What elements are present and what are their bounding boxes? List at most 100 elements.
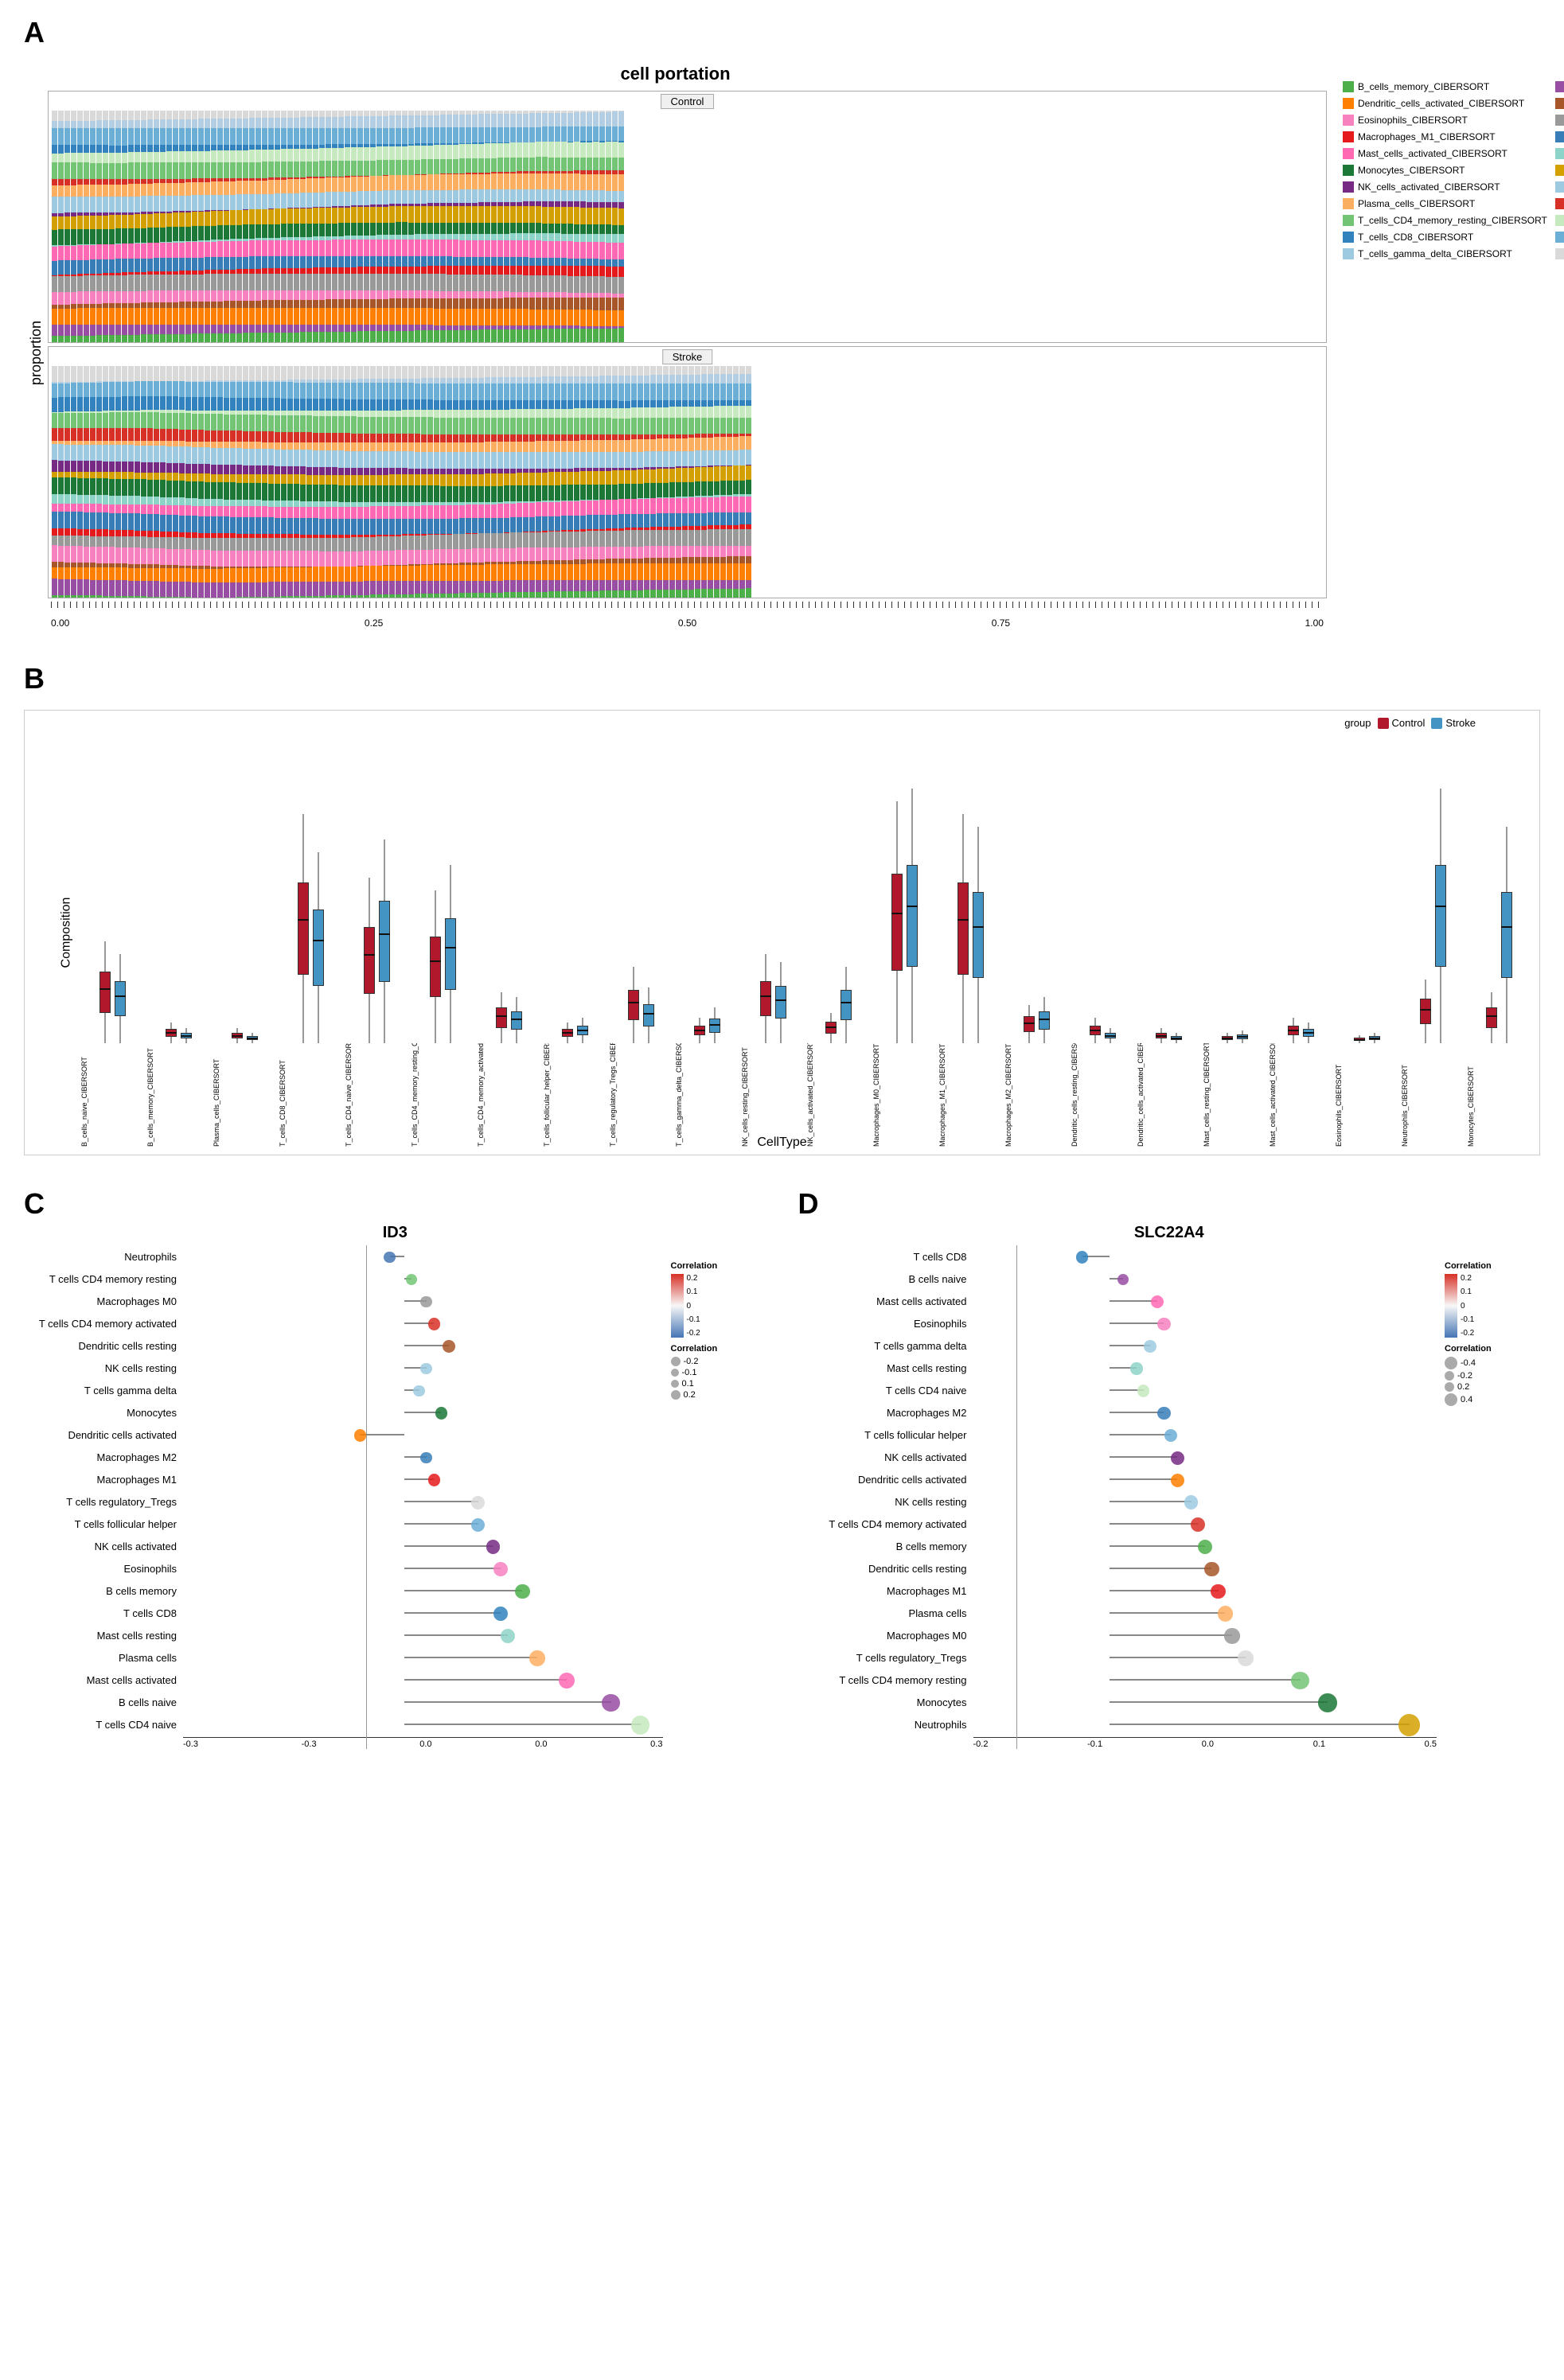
bar-segment <box>192 582 197 598</box>
bar-segment <box>217 569 223 582</box>
bar-segment <box>370 111 376 116</box>
bar-segment <box>497 329 503 342</box>
bar-segment <box>52 325 57 336</box>
bar-segment <box>491 298 497 310</box>
bar-segment <box>122 382 127 397</box>
bar-segment <box>160 462 166 473</box>
bar-segment <box>453 240 458 256</box>
bar-segment <box>58 384 64 398</box>
bar-segment <box>58 229 64 244</box>
bar-segment <box>90 153 96 162</box>
bar-segment <box>192 538 197 550</box>
bar-segment <box>52 292 57 305</box>
bar-segment <box>491 114 497 127</box>
bar-segment <box>211 442 216 448</box>
bar-segment <box>345 325 350 332</box>
bar-segment <box>96 163 102 180</box>
bar-segment <box>415 175 420 190</box>
bar-segment <box>421 410 427 417</box>
bar-segment <box>275 382 280 398</box>
bar-segment <box>243 224 248 238</box>
bar-segment <box>517 206 522 223</box>
bar-segment <box>262 431 267 442</box>
bar-segment <box>255 301 261 308</box>
bar-segment <box>236 415 242 431</box>
bar-segment <box>714 374 720 384</box>
bar-segment <box>166 537 172 549</box>
bar-segment <box>249 256 255 268</box>
bar-segment <box>663 375 669 384</box>
bar-segment <box>179 366 185 381</box>
bar-segment <box>542 564 548 580</box>
bar-segment <box>376 160 382 175</box>
bar-segment <box>154 213 159 228</box>
bar-segment <box>192 447 197 464</box>
bar-segment <box>122 530 127 536</box>
bar-segment <box>217 211 223 225</box>
bar-segment <box>599 276 605 293</box>
bar-segment <box>313 467 318 475</box>
bar-segment <box>268 501 274 507</box>
bar-segment <box>71 494 76 504</box>
lollipop-label: T cells regulatory_Tregs <box>32 1496 183 1508</box>
bar-segment <box>612 485 618 500</box>
bar-segment <box>185 430 191 442</box>
lollipop-label: T cells CD4 naive <box>32 1719 183 1731</box>
bar-segment <box>236 162 242 178</box>
bar-segment <box>64 145 70 153</box>
bar-segment <box>205 397 210 411</box>
bar-col <box>230 366 236 598</box>
bar-segment <box>179 397 185 411</box>
bar-segment <box>236 274 242 290</box>
lollipop-dot <box>471 1518 485 1532</box>
bar-segment <box>77 336 83 342</box>
bar-segment <box>287 268 293 274</box>
bar-segment <box>243 474 248 483</box>
bar-segment <box>415 594 420 598</box>
bar-segment <box>357 582 363 595</box>
bar-col <box>440 366 446 598</box>
bar-segment <box>115 259 121 272</box>
bar-segment <box>708 374 713 384</box>
bar-segment <box>434 594 439 598</box>
bar-segment <box>364 507 369 520</box>
bar-segment <box>345 433 350 442</box>
bar-segment <box>574 384 579 400</box>
bar-segment <box>625 366 630 376</box>
bar-segment <box>447 378 452 384</box>
bar-segment <box>523 366 528 377</box>
bar-segment <box>166 505 172 515</box>
bar-segment <box>517 532 522 547</box>
bar-segment <box>326 332 331 342</box>
bar-segment <box>453 474 458 486</box>
bar-segment <box>205 414 210 430</box>
bar-segment <box>567 259 573 267</box>
bar-segment <box>389 160 395 175</box>
legend-label: Mast_cells_activated_CIBERSORT <box>1358 148 1507 159</box>
bar-segment <box>84 325 89 336</box>
bar-segment <box>599 142 605 158</box>
bar-segment <box>466 189 471 202</box>
bar-segment <box>421 536 427 550</box>
bar-segment <box>147 396 153 410</box>
bar-segment <box>192 414 197 430</box>
bar-segment <box>275 567 280 582</box>
bar-segment <box>720 406 726 418</box>
lollipop-dot <box>354 1429 367 1442</box>
bar-segment <box>52 494 57 504</box>
bar-segment <box>109 325 115 335</box>
bar-segment <box>351 475 357 485</box>
bar-segment <box>275 150 280 162</box>
bar-segment <box>255 224 261 238</box>
bar-segment <box>345 290 350 299</box>
bar-segment <box>491 548 497 562</box>
bar-segment <box>243 274 248 290</box>
bar-segment <box>421 417 427 434</box>
bar-segment <box>587 418 592 434</box>
bar-segment <box>109 244 115 259</box>
bar-segment <box>77 245 83 259</box>
bar-segment <box>243 111 248 118</box>
bar-segment <box>154 462 159 473</box>
bar-segment <box>402 383 408 399</box>
bar-segment <box>224 274 229 290</box>
